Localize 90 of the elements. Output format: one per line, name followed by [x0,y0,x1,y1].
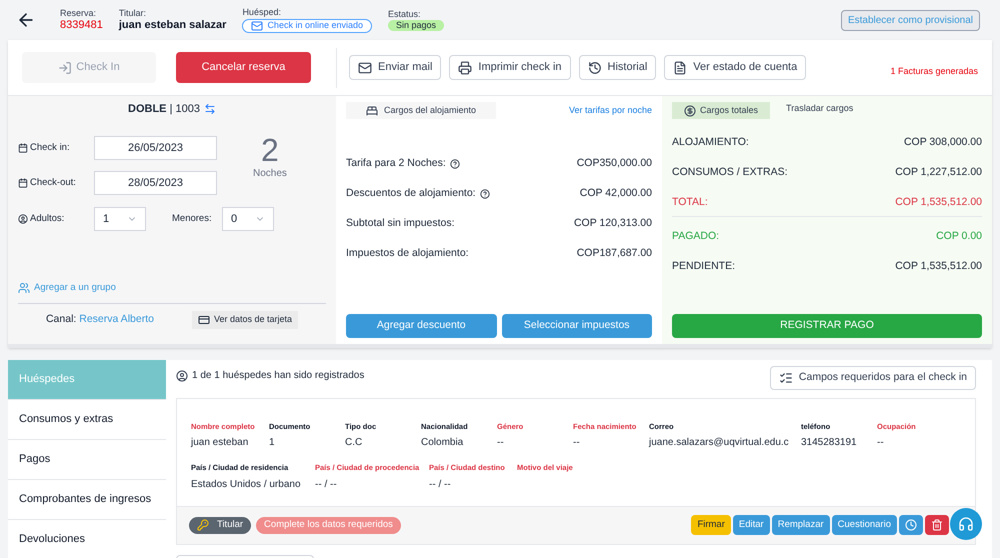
guest-label: Huésped: [242,7,282,19]
charge-amount: COP 120,313.00 [574,216,652,232]
field-value: Estados Unidos / urbano [191,478,302,492]
required-fields-button[interactable]: Campos requeridos para el check in [770,366,976,390]
field-value: 3145283191 [801,436,858,450]
swap-icon[interactable] [204,103,216,115]
nights-label: Noches [253,167,287,181]
room-title: DOBLE | 1003 [128,102,200,117]
check-in-date-field[interactable]: 26/05/2023 [94,136,217,160]
total-amount: COP 0.00 [936,229,982,244]
nights-count: 2 [261,134,279,166]
cancel-reservation-button[interactable]: Cancelar reserva [176,52,311,83]
check-out-date-field[interactable]: 28/05/2023 [94,171,217,195]
total-amount: COP 1,535,512.00 [895,259,982,274]
bed-icon [366,104,378,116]
minors-select[interactable]: 0 [222,207,274,231]
dollar-icon [684,104,696,116]
holder-badge: Titular [189,516,252,534]
history-icon [588,60,602,74]
charge-label: Impuestos de alojamiento: [346,246,469,262]
key-icon [197,519,209,531]
charge-label: Tarifa para 2 Noches: [346,156,446,172]
reservation-number: 8339481 [60,18,103,32]
totals-tab[interactable]: Cargos totales [672,102,770,119]
calendar-icon [18,143,28,153]
charge-label: Subtotal sin impuestos: [346,216,455,232]
group-icon [18,282,30,294]
mail-icon [251,20,264,32]
field-value: -- / -- [429,478,452,492]
total-label: CONSUMOS / EXTRAS: [672,165,788,180]
field-value: 1 [269,436,276,450]
invoices-note: 1 Facturas generadas [890,64,978,78]
field-value: juan esteban [191,436,250,450]
totals-tab[interactable]: Trasladar cargos [782,100,858,117]
field-value: C.C [345,436,364,450]
person-icon [18,214,28,224]
toolbar-button[interactable]: Imprimir check in [449,55,571,80]
clock-icon [905,519,917,531]
charge-amount: COP350,000.00 [576,156,652,172]
guests-summary: 1 de 1 huéspedes han sido registrados [192,369,364,383]
field-value: Colombia [421,436,464,450]
trash-icon [931,519,943,531]
check-out-label: Check-out: [18,176,94,190]
toolbar-button[interactable]: Historial [578,55,656,80]
charge-amount: COP187,687.00 [576,246,652,262]
minors-label: Menores: [172,212,213,226]
calendar-icon [18,178,28,188]
document-icon [673,60,688,74]
status-badge: Sin pagos [388,20,444,32]
login-icon [58,60,72,74]
incomplete-data-badge: Complete los datos requeridos [256,516,401,534]
guest-action-button[interactable]: Firmar [691,515,731,535]
accommodation-charges-tab[interactable]: Cargos del alojamiento [346,102,496,119]
total-label: PAGADO: [672,229,720,244]
toolbar-button[interactable]: Enviar mail [349,55,442,80]
charge-amount: COP 42,000.00 [580,186,652,202]
headset-icon [958,516,974,532]
status-label: Estatus: [388,8,422,20]
field-value: -- [573,436,581,450]
total-amount: COP 308,000.00 [904,135,982,150]
field-value: -- / -- [315,478,338,492]
field-value: -- [497,436,505,450]
nightly-rates-link[interactable]: Ver tarifas por noche [568,104,652,118]
holder-name: juan esteban salazar [118,18,226,32]
card-icon [198,314,210,326]
toolbar-button[interactable]: Ver estado de cuenta [664,55,806,80]
field-value: -- [877,436,885,450]
total-amount: COP 1,227,512.00 [895,165,982,180]
adults-label: Adultos: [18,212,94,226]
help-icon[interactable] [480,189,490,199]
total-label: ALOJAMIENTO: [672,135,749,150]
person-icon [176,370,188,382]
checklist-icon [778,371,793,385]
channel-label: Canal: [46,312,76,325]
help-icon[interactable] [450,159,460,169]
field-value: juane.salazars@uqvirtual.edu.c [649,436,790,450]
total-label: TOTAL: [672,194,708,210]
printer-icon [458,60,472,74]
reservation-label: Reserva: [60,8,98,19]
holder-label: Titular: [118,8,147,19]
total-label: PENDIENTE: [672,259,736,274]
adults-select[interactable]: 1 [94,207,146,231]
card-details-button[interactable]: Ver datos de tarjeta [192,310,298,329]
delete-button[interactable] [925,515,949,535]
charge-label: Descuentos de alojamiento: [346,186,476,202]
history-button[interactable] [899,515,923,535]
online-checkin-badge: Check in online enviado [242,18,372,33]
total-amount: COP 1,535,512.00 [895,194,982,210]
check-in-label: Check in: [18,140,94,156]
mail-icon [358,60,372,74]
